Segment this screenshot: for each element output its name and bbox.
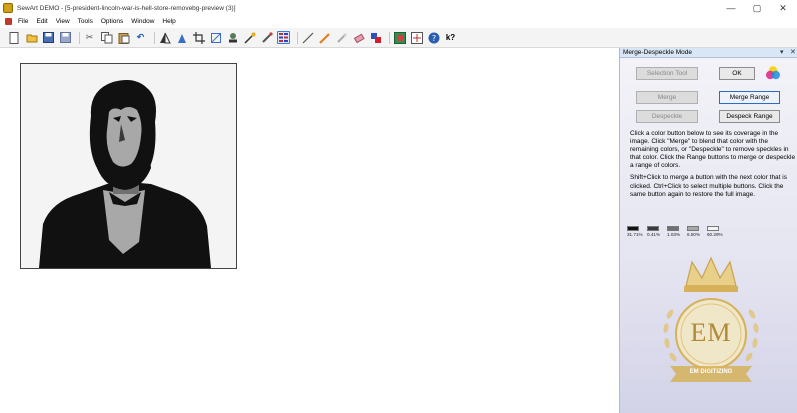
maximize-button[interactable]: ▢ <box>744 0 770 16</box>
undo-icon[interactable]: ↶ <box>134 31 147 44</box>
cut-icon[interactable]: ✂ <box>83 31 96 44</box>
title-bar: SewArt DEMO - [5-president-lincoln-war-i… <box>0 0 797 16</box>
save-icon[interactable] <box>42 31 55 44</box>
pencil-icon[interactable] <box>318 31 331 44</box>
swatch-percent: 0.41% <box>647 232 661 237</box>
help-text: Click a color button below to see its co… <box>630 130 796 203</box>
wand-icon[interactable] <box>243 31 256 44</box>
watermark-monogram: EM <box>690 318 732 347</box>
line-icon[interactable] <box>301 31 314 44</box>
toolbar-separator <box>79 31 80 44</box>
swatch-box[interactable] <box>667 226 679 231</box>
menu-edit[interactable]: Edit <box>32 18 51 25</box>
eyedropper-icon[interactable] <box>260 31 273 44</box>
color-wheel-icon[interactable] <box>765 65 781 81</box>
toolbar-separator <box>154 31 155 44</box>
merge-button[interactable]: Merge <box>636 91 698 104</box>
document-icon[interactable] <box>5 18 12 25</box>
swatch-box[interactable] <box>687 226 699 231</box>
panel-header: Merge-Despeckle Mode ▾ ✕ <box>620 48 797 58</box>
color-swatch[interactable]: 0.41% <box>647 226 666 237</box>
export-icon[interactable] <box>393 31 406 44</box>
swatch-box[interactable] <box>647 226 659 231</box>
save-as-icon[interactable] <box>59 31 72 44</box>
panel-close-icon[interactable]: ✕ <box>790 48 796 56</box>
swatch-percent: 31.71% <box>627 232 643 237</box>
menu-view[interactable]: View <box>52 18 74 25</box>
menu-options[interactable]: Options <box>97 18 127 25</box>
help-paragraph: Click a color button below to see its co… <box>630 130 796 170</box>
watermark-logo: EM EM DIGITIZING <box>656 256 766 391</box>
whats-this-icon[interactable]: k? <box>444 31 457 44</box>
toolbar-separator <box>297 31 298 44</box>
app-logo-icon <box>3 3 13 13</box>
document-canvas[interactable] <box>0 49 618 413</box>
color-swatch[interactable]: 6.50% <box>687 226 706 237</box>
swatch-box[interactable] <box>627 226 639 231</box>
merge-despeckle-panel: Merge-Despeckle Mode ▾ ✕ Selection Tool … <box>619 48 797 413</box>
menu-window[interactable]: Window <box>127 18 158 25</box>
menu-file[interactable]: File <box>14 18 32 25</box>
svg-text:?: ? <box>431 34 435 43</box>
swatch-percent: 60.29% <box>707 232 723 237</box>
color-icon[interactable] <box>369 31 382 44</box>
merge-despeckle-icon[interactable] <box>277 31 290 44</box>
swatch-percent: 1.03% <box>667 232 681 237</box>
paste-icon[interactable] <box>117 31 130 44</box>
new-icon[interactable] <box>8 31 21 44</box>
menu-tools[interactable]: Tools <box>74 18 97 25</box>
copy-icon[interactable] <box>100 31 113 44</box>
menu-bar: File Edit View Tools Options Window Help <box>0 16 797 27</box>
fill-icon[interactable] <box>335 31 348 44</box>
color-swatch[interactable]: 60.29% <box>707 226 726 237</box>
portrait-image <box>21 64 236 268</box>
close-button[interactable]: ✕ <box>770 0 796 16</box>
swatch-box[interactable] <box>707 226 719 231</box>
color-swatch-row: 31.71% 0.41% 1.03% 6.50% 60.29% <box>627 226 727 237</box>
watermark-banner: EM DIGITIZING <box>689 369 733 375</box>
despeck-range-button[interactable]: Despeck Range <box>719 110 780 123</box>
swatch-percent: 6.50% <box>687 232 701 237</box>
toolbar-separator <box>389 31 390 44</box>
minimize-button[interactable]: — <box>718 0 744 16</box>
merge-range-button[interactable]: Merge Range <box>719 91 780 104</box>
despeckle-button[interactable]: Despeckle <box>636 110 698 123</box>
window-title: SewArt DEMO - [5-president-lincoln-war-i… <box>17 4 236 12</box>
panel-dropdown-icon[interactable]: ▾ <box>780 48 784 56</box>
ok-button[interactable]: OK <box>719 67 755 80</box>
color-swatch[interactable]: 31.71% <box>627 226 646 237</box>
menu-help[interactable]: Help <box>158 18 179 25</box>
panel-title: Merge-Despeckle Mode <box>623 49 693 56</box>
flip-icon[interactable] <box>158 31 171 44</box>
stamp-icon[interactable] <box>226 31 239 44</box>
crop-icon[interactable] <box>192 31 205 44</box>
color-swatch[interactable]: 1.03% <box>667 226 686 237</box>
toolbar: ✂ ↶ ? k? <box>0 28 797 48</box>
open-icon[interactable] <box>25 31 38 44</box>
image-preview[interactable] <box>20 63 237 269</box>
stitch-icon[interactable] <box>410 31 423 44</box>
resize-icon[interactable] <box>209 31 222 44</box>
help-paragraph: Shift+Click to merge a button with the n… <box>630 174 787 198</box>
selection-tool-button[interactable]: Selection Tool <box>636 67 698 80</box>
eraser-icon[interactable] <box>352 31 365 44</box>
help-icon[interactable]: ? <box>427 31 440 44</box>
rotate-icon[interactable] <box>175 31 188 44</box>
